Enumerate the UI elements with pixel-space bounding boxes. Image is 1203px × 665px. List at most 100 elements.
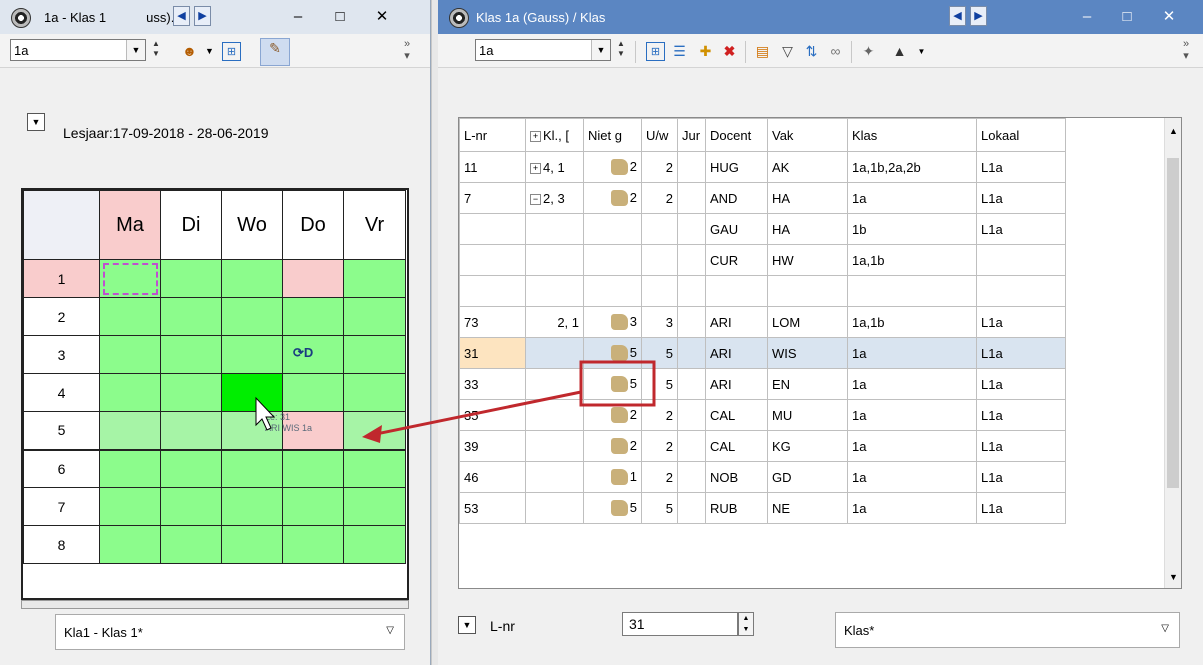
cell-lnr[interactable]: 33: [459, 368, 526, 400]
timetable-slot[interactable]: [343, 449, 406, 488]
moved-lesson-icon[interactable]: ⟳D: [293, 345, 313, 361]
scroll-up-icon[interactable]: ▲: [1169, 126, 1178, 136]
timetable-slot[interactable]: [221, 449, 283, 488]
hand-drag-icon[interactable]: [610, 159, 628, 176]
timetable-slot[interactable]: [160, 525, 222, 564]
cell-kl[interactable]: +4, 1: [525, 151, 584, 183]
timetable-slot[interactable]: [282, 449, 344, 488]
table-row[interactable]: 11 +4, 1 2 2 HUG AK 1a,1b,2a,2b L1a: [459, 151, 1066, 183]
close-button[interactable]: ✕: [368, 6, 396, 28]
timetable-slot[interactable]: [99, 449, 161, 488]
cell-kl[interactable]: 2, 1: [525, 306, 584, 338]
expand-all-icon[interactable]: +: [530, 130, 541, 142]
cell-lokaal[interactable]: L1a: [976, 399, 1066, 431]
cell-lokaal[interactable]: L1a: [976, 461, 1066, 493]
column-header[interactable]: Lokaal: [976, 118, 1066, 152]
cell-niet[interactable]: 2: [583, 151, 642, 183]
field-dropdown-button[interactable]: ▼: [458, 616, 476, 634]
delete-icon[interactable]: ✖: [720, 42, 739, 61]
timetable-slot[interactable]: [221, 525, 283, 564]
hand-drag-icon[interactable]: [610, 469, 628, 486]
hand-drag-icon[interactable]: [610, 190, 628, 207]
cell-jur[interactable]: [677, 430, 706, 462]
cell-uw[interactable]: 2: [641, 399, 678, 431]
cell-lokaal[interactable]: L1a: [976, 182, 1066, 214]
timetable-slot[interactable]: [343, 411, 406, 450]
table-row[interactable]: 53 5 5 RUB NE 1a L1a: [459, 492, 1066, 524]
cell-niet[interactable]: [583, 275, 642, 307]
cell-jur[interactable]: [677, 151, 706, 183]
cell-lnr[interactable]: 39: [459, 430, 526, 462]
cell-niet[interactable]: 2: [583, 399, 642, 431]
cell-lokaal[interactable]: L1a: [976, 430, 1066, 462]
cell-uw[interactable]: [641, 244, 678, 276]
cell-uw[interactable]: [641, 275, 678, 307]
cell-docent[interactable]: GAU: [705, 213, 768, 245]
timetable-slot[interactable]: [221, 259, 283, 298]
cell-vak[interactable]: KG: [767, 430, 848, 462]
cell-niet[interactable]: 5: [583, 368, 642, 400]
cell-klas[interactable]: 1a,1b: [847, 306, 977, 338]
timetable-slot[interactable]: [282, 259, 344, 298]
table-row[interactable]: 31 5 5 ARI WIS 1a L1a: [459, 337, 1066, 369]
table-row[interactable]: 33 5 5 ARI EN 1a L1a: [459, 368, 1066, 400]
cell-uw[interactable]: 5: [641, 492, 678, 524]
cell-lokaal[interactable]: L1a: [976, 492, 1066, 524]
timetable-slot[interactable]: [282, 525, 344, 564]
cell-vak[interactable]: LOM: [767, 306, 848, 338]
cell-lnr[interactable]: 35: [459, 399, 526, 431]
nav-previous-button[interactable]: ◀: [173, 6, 190, 26]
hand-drag-icon[interactable]: [610, 438, 628, 455]
cell-docent[interactable]: CAL: [705, 399, 768, 431]
timetable-slot[interactable]: ⟳D: [282, 335, 344, 374]
cell-niet[interactable]: 5: [583, 492, 642, 524]
cell-jur[interactable]: [677, 213, 706, 245]
list-icon[interactable]: ☰: [670, 42, 689, 61]
timetable-slot[interactable]: [221, 335, 283, 374]
timetable-slot[interactable]: [221, 297, 283, 336]
cell-kl[interactable]: [525, 213, 584, 245]
cell-niet[interactable]: 5: [583, 337, 642, 369]
cell-klas[interactable]: 1b: [847, 213, 977, 245]
palette-icon[interactable]: ✎: [260, 38, 290, 66]
cell-lokaal[interactable]: L1a: [976, 337, 1066, 369]
timetable-slot[interactable]: [221, 373, 283, 412]
cell-kl[interactable]: −2, 3: [525, 182, 584, 214]
cell-lnr[interactable]: 73: [459, 306, 526, 338]
people-icon[interactable]: ☻: [180, 42, 199, 61]
cell-vak[interactable]: WIS: [767, 337, 848, 369]
hand-drag-icon[interactable]: [610, 500, 628, 517]
cell-lokaal[interactable]: [976, 275, 1066, 307]
column-header[interactable]: + Kl., [: [525, 118, 584, 152]
timetable-slot[interactable]: [160, 373, 222, 412]
hand-drag-icon[interactable]: [610, 345, 628, 362]
wizard-icon[interactable]: ✦: [859, 42, 878, 61]
cell-vak[interactable]: AK: [767, 151, 848, 183]
cell-docent[interactable]: RUB: [705, 492, 768, 524]
cell-lnr[interactable]: [459, 244, 526, 276]
timetable-slot[interactable]: [99, 373, 161, 412]
cell-uw[interactable]: 2: [641, 151, 678, 183]
timetable-slot[interactable]: [99, 335, 161, 374]
cell-vak[interactable]: HW: [767, 244, 848, 276]
maximize-button[interactable]: □: [1113, 6, 1141, 28]
minimize-button[interactable]: –: [284, 6, 312, 28]
cell-jur[interactable]: [677, 244, 706, 276]
table-row[interactable]: 35 2 2 CAL MU 1a L1a: [459, 399, 1066, 431]
timetable-slot[interactable]: [221, 487, 283, 526]
cell-kl[interactable]: [525, 430, 584, 462]
class-spinner[interactable]: ▲ ▼: [150, 39, 162, 61]
cell-niet[interactable]: 1: [583, 461, 642, 493]
cell-jur[interactable]: [677, 461, 706, 493]
column-header[interactable]: Jur: [677, 118, 706, 152]
cell-jur[interactable]: [677, 368, 706, 400]
cell-uw[interactable]: 2: [641, 430, 678, 462]
cell-lnr[interactable]: 53: [459, 492, 526, 524]
timetable-hscroll[interactable]: [21, 600, 409, 609]
cell-uw[interactable]: 5: [641, 337, 678, 369]
graduation-cap-icon[interactable]: ▲: [890, 42, 909, 61]
hand-drag-icon[interactable]: [610, 407, 628, 424]
cell-lnr[interactable]: 11: [459, 151, 526, 183]
cell-lnr[interactable]: 46: [459, 461, 526, 493]
cell-lokaal[interactable]: L1a: [976, 368, 1066, 400]
